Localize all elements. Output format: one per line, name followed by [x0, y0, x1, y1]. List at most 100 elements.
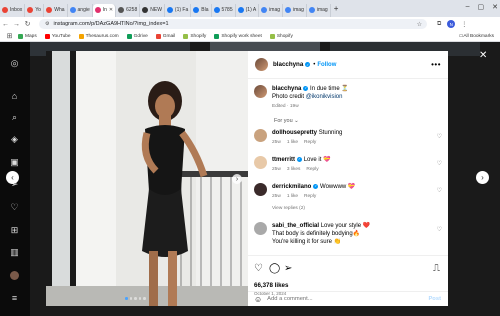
browser-tab[interactable]: (1) Fa — [165, 3, 192, 17]
author-avatar[interactable] — [255, 58, 268, 71]
comment-time: 25w — [272, 140, 281, 145]
tab-favicon-icon — [94, 7, 101, 13]
like-comment-icon[interactable]: ♡ — [437, 160, 442, 167]
caption-meta: Edited · 19w — [272, 104, 299, 109]
bookmark-item[interactable]: Thesaurus.com — [78, 33, 119, 39]
browser-tab[interactable]: Wha — [44, 3, 68, 17]
author-username[interactable]: blacchyna — [273, 61, 303, 68]
more-menu-icon[interactable]: ≡ — [9, 292, 20, 303]
reload-icon[interactable]: ↻ — [22, 20, 33, 28]
comment-time: 25w — [272, 167, 281, 172]
new-tab-icon[interactable]: + — [334, 4, 339, 13]
bookmark-item[interactable]: Maps — [18, 33, 37, 39]
instagram-logo-icon[interactable]: ◎ — [9, 58, 20, 69]
save-icon[interactable]: ⎍ — [433, 263, 440, 274]
comment-username[interactable]: ttmerritt — [272, 157, 295, 163]
comment-text: Wowwww 💝 — [320, 184, 356, 190]
comment-icon[interactable]: ◯ — [269, 263, 280, 274]
browser-tab[interactable]: imag — [259, 3, 284, 17]
commenter-avatar[interactable] — [254, 183, 267, 196]
browser-tab[interactable]: imag — [283, 3, 307, 17]
comment-sort-dropdown[interactable]: For you ⌄ — [274, 118, 299, 124]
browser-tab[interactable]: Bla — [191, 3, 212, 17]
bookmark-item[interactable]: Shopify — [183, 33, 207, 39]
comment-username[interactable]: sabi_the_official — [272, 223, 319, 229]
url-field[interactable]: ⚙ instagram.com/p/DAzGA9HTlNo/?img_index… — [39, 19, 427, 29]
reels-icon[interactable]: ▣ — [9, 157, 20, 168]
maximize-icon[interactable]: ▢ — [478, 3, 485, 11]
bookmark-star-icon[interactable]: ☆ — [417, 21, 422, 28]
back-icon[interactable]: ← — [0, 21, 11, 28]
browser-tab[interactable]: Inbox — [0, 3, 26, 17]
share-icon[interactable]: ➢ — [284, 263, 292, 274]
minimize-icon[interactable]: – — [466, 3, 470, 11]
bookmark-item[interactable]: Shopify — [269, 33, 293, 39]
close-window-icon[interactable]: ✕ — [492, 3, 498, 11]
browser-tab[interactable]: imag — [307, 3, 331, 17]
browser-tab[interactable]: 6258 — [116, 3, 141, 17]
bookmark-favicon-icon — [78, 33, 84, 39]
dashboard-icon[interactable]: ▥ — [9, 247, 20, 258]
comment-username[interactable]: derrickmilano — [272, 184, 311, 190]
profile-avatar[interactable]: N — [447, 20, 456, 28]
site-info-icon[interactable]: ⚙ — [45, 21, 49, 27]
previous-post-button[interactable]: ‹ — [6, 171, 19, 184]
like-comment-icon[interactable]: ♡ — [437, 133, 442, 140]
notifications-icon[interactable]: ♡ — [9, 202, 20, 213]
reply-button[interactable]: Reply — [304, 139, 316, 147]
caption-mention-link[interactable]: @ikonikvision — [306, 94, 343, 100]
browser-tab[interactable]: Yo — [25, 3, 45, 17]
emoji-icon[interactable]: ☺ — [254, 295, 262, 304]
commenter-avatar[interactable] — [254, 222, 267, 235]
tab-label: In — [102, 7, 107, 13]
reply-button[interactable]: Reply — [306, 166, 318, 174]
commenter-avatar[interactable] — [254, 129, 267, 142]
like-comment-icon[interactable]: ♡ — [437, 187, 442, 194]
bookmark-favicon-icon — [183, 33, 189, 39]
follow-button[interactable]: Follow — [317, 62, 336, 68]
search-icon[interactable]: ⌕ — [9, 112, 20, 123]
browser-tab[interactable]: angie — [68, 3, 93, 17]
post-photo: › — [46, 51, 248, 306]
reply-button[interactable]: Reply — [304, 193, 316, 201]
home-icon[interactable]: ⌂ — [9, 90, 20, 101]
author-avatar[interactable] — [254, 85, 267, 98]
bookmark-item[interactable]: YouTube — [44, 33, 71, 39]
create-icon[interactable]: ⊞ — [9, 225, 20, 236]
extensions-icon[interactable]: ⧉ — [437, 21, 441, 28]
menu-kebab-icon[interactable]: ⋮ — [461, 21, 467, 28]
more-options-icon[interactable]: ••• — [431, 60, 441, 69]
comment-likes[interactable]: 1 like — [287, 193, 298, 201]
add-comment-input[interactable]: Add a comment... — [267, 296, 312, 302]
browser-tab[interactable]: 5785 — [212, 3, 236, 17]
comment-username[interactable]: dollhousepretty — [272, 130, 317, 136]
comment-time: 25w — [272, 194, 281, 199]
browser-tab[interactable]: NEW — [140, 3, 165, 17]
separator-dot: • — [313, 61, 316, 68]
bookmark-item[interactable]: Shopify work sheet — [214, 33, 262, 39]
like-comment-icon[interactable]: ♡ — [437, 226, 442, 233]
forward-icon[interactable]: → — [11, 21, 22, 28]
comment-likes[interactable]: 3 likes — [287, 166, 301, 174]
post-comment-button[interactable]: Post — [428, 296, 441, 302]
browser-tab[interactable]: (1) A — [236, 3, 260, 17]
likes-count[interactable]: 66,378 likes — [254, 282, 288, 289]
profile-icon[interactable] — [9, 270, 20, 281]
bookmark-item[interactable]: Gmail — [155, 33, 175, 39]
comment-likes[interactable]: 1 like — [287, 139, 298, 147]
next-post-button[interactable]: › — [476, 171, 489, 184]
all-bookmarks-button[interactable]: ▭ All Bookmarks — [459, 34, 494, 39]
browser-tab[interactable]: In ✕ — [92, 3, 117, 17]
view-replies-button[interactable]: View replies (2) — [272, 205, 305, 213]
next-image-arrow[interactable]: › — [232, 174, 242, 184]
close-modal-icon[interactable]: ✕ — [479, 50, 487, 61]
bookmark-item[interactable]: Gdrive — [126, 33, 148, 39]
bookmark-label: Shopify — [190, 33, 207, 39]
close-tab-icon[interactable]: ✕ — [109, 7, 113, 13]
caption-username[interactable]: blacchyna — [272, 86, 301, 92]
explore-icon[interactable]: ◈ — [9, 134, 20, 145]
apps-grid-icon[interactable]: ⊞ — [4, 32, 15, 40]
commenter-avatar[interactable] — [254, 156, 267, 169]
tab-label: Bla — [201, 7, 209, 13]
like-icon[interactable]: ♡ — [254, 263, 263, 274]
